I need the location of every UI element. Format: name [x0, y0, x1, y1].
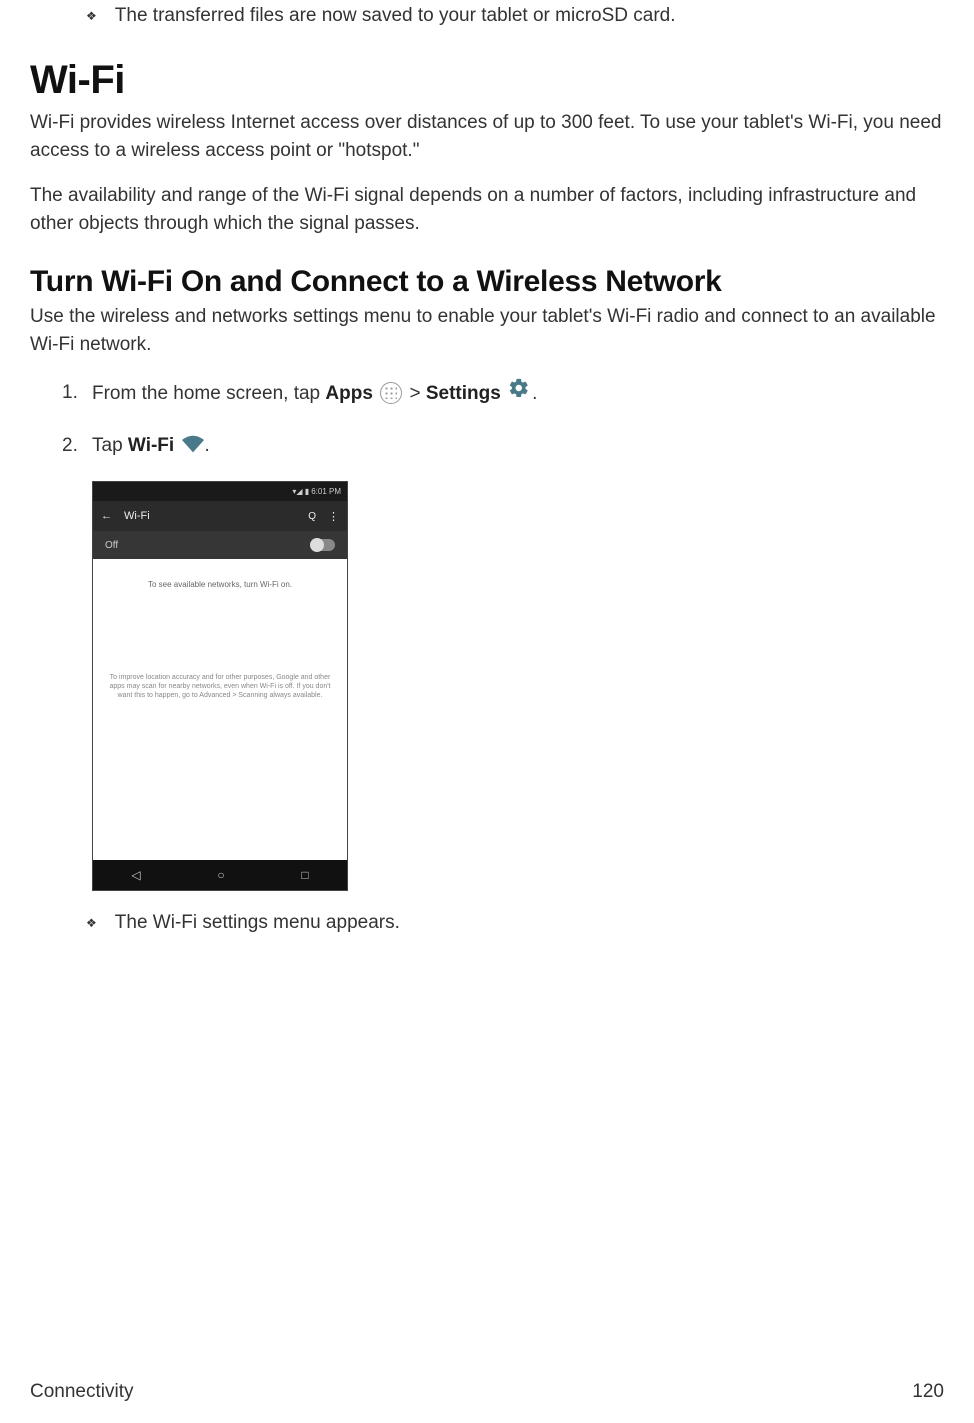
diamond-bullet-icon: ❖ [86, 909, 97, 937]
ss-status-bar: ▾◢ ▮ 6:01 PM [93, 482, 347, 501]
ss-time: 6:01 PM [311, 487, 341, 496]
ss-nav-bar: ◁ ○ □ [93, 860, 347, 890]
wifi-settings-screenshot: ▾◢ ▮ 6:01 PM ← Wi-Fi Q ⋮ Off To see avai… [92, 481, 348, 891]
ss-app-bar: ← Wi-Fi Q ⋮ [93, 501, 347, 531]
step-2-text-a: Tap [92, 435, 128, 456]
apps-icon [380, 382, 402, 404]
step-2-end: . [204, 435, 209, 456]
footer-section: Connectivity [30, 1381, 134, 1403]
paragraph-turn-on-wifi: Use the wireless and networks settings m… [30, 303, 944, 358]
footer-page-number: 120 [912, 1381, 944, 1403]
result-bullet-text: The Wi-Fi settings menu appears. [115, 909, 400, 937]
heading-wifi: Wi-Fi [30, 58, 944, 103]
ss-title: Wi-Fi [124, 510, 150, 522]
step-1-gt: > [409, 384, 425, 405]
step-1-apps-label: Apps [325, 384, 373, 405]
ss-nav-back-icon: ◁ [131, 868, 140, 882]
step-2: 2. Tap Wi-Fi . [62, 431, 944, 462]
ss-nav-recent-icon: □ [301, 868, 308, 882]
heading-turn-on-wifi: Turn Wi-Fi On and Connect to a Wireless … [30, 265, 944, 299]
diamond-bullet-icon: ❖ [86, 2, 97, 30]
paragraph-wifi-range: The availability and range of the Wi-Fi … [30, 182, 944, 237]
ss-back-icon: ← [101, 510, 112, 522]
ss-sub-bar: Off [93, 531, 347, 559]
ss-nav-home-icon: ○ [217, 868, 224, 882]
ss-msg-scanning: To improve location accuracy and for oth… [107, 673, 333, 700]
step-2-number: 2. [62, 431, 78, 461]
ss-more-icon: ⋮ [328, 510, 339, 523]
step-1-settings-label: Settings [426, 384, 501, 405]
ss-signal-icon: ▾◢ ▮ [292, 487, 309, 496]
ss-off-label: Off [105, 540, 118, 551]
ss-body: To see available networks, turn Wi-Fi on… [93, 559, 347, 860]
ss-msg-turn-on: To see available networks, turn Wi-Fi on… [148, 580, 292, 589]
wifi-icon [182, 433, 204, 463]
step-1-text-a: From the home screen, tap [92, 384, 325, 405]
bullet-top-text: The transferred files are now saved to y… [115, 2, 676, 30]
step-1-number: 1. [62, 378, 78, 408]
step-1: 1. From the home screen, tap Apps > Sett… [62, 378, 944, 410]
ss-wifi-toggle [311, 539, 335, 551]
step-2-wifi-label: Wi-Fi [128, 435, 174, 456]
paragraph-wifi-intro: Wi-Fi provides wireless Internet access … [30, 109, 944, 164]
gear-icon [508, 377, 530, 409]
ss-search-icon: Q [308, 511, 316, 522]
step-1-end: . [532, 384, 537, 405]
